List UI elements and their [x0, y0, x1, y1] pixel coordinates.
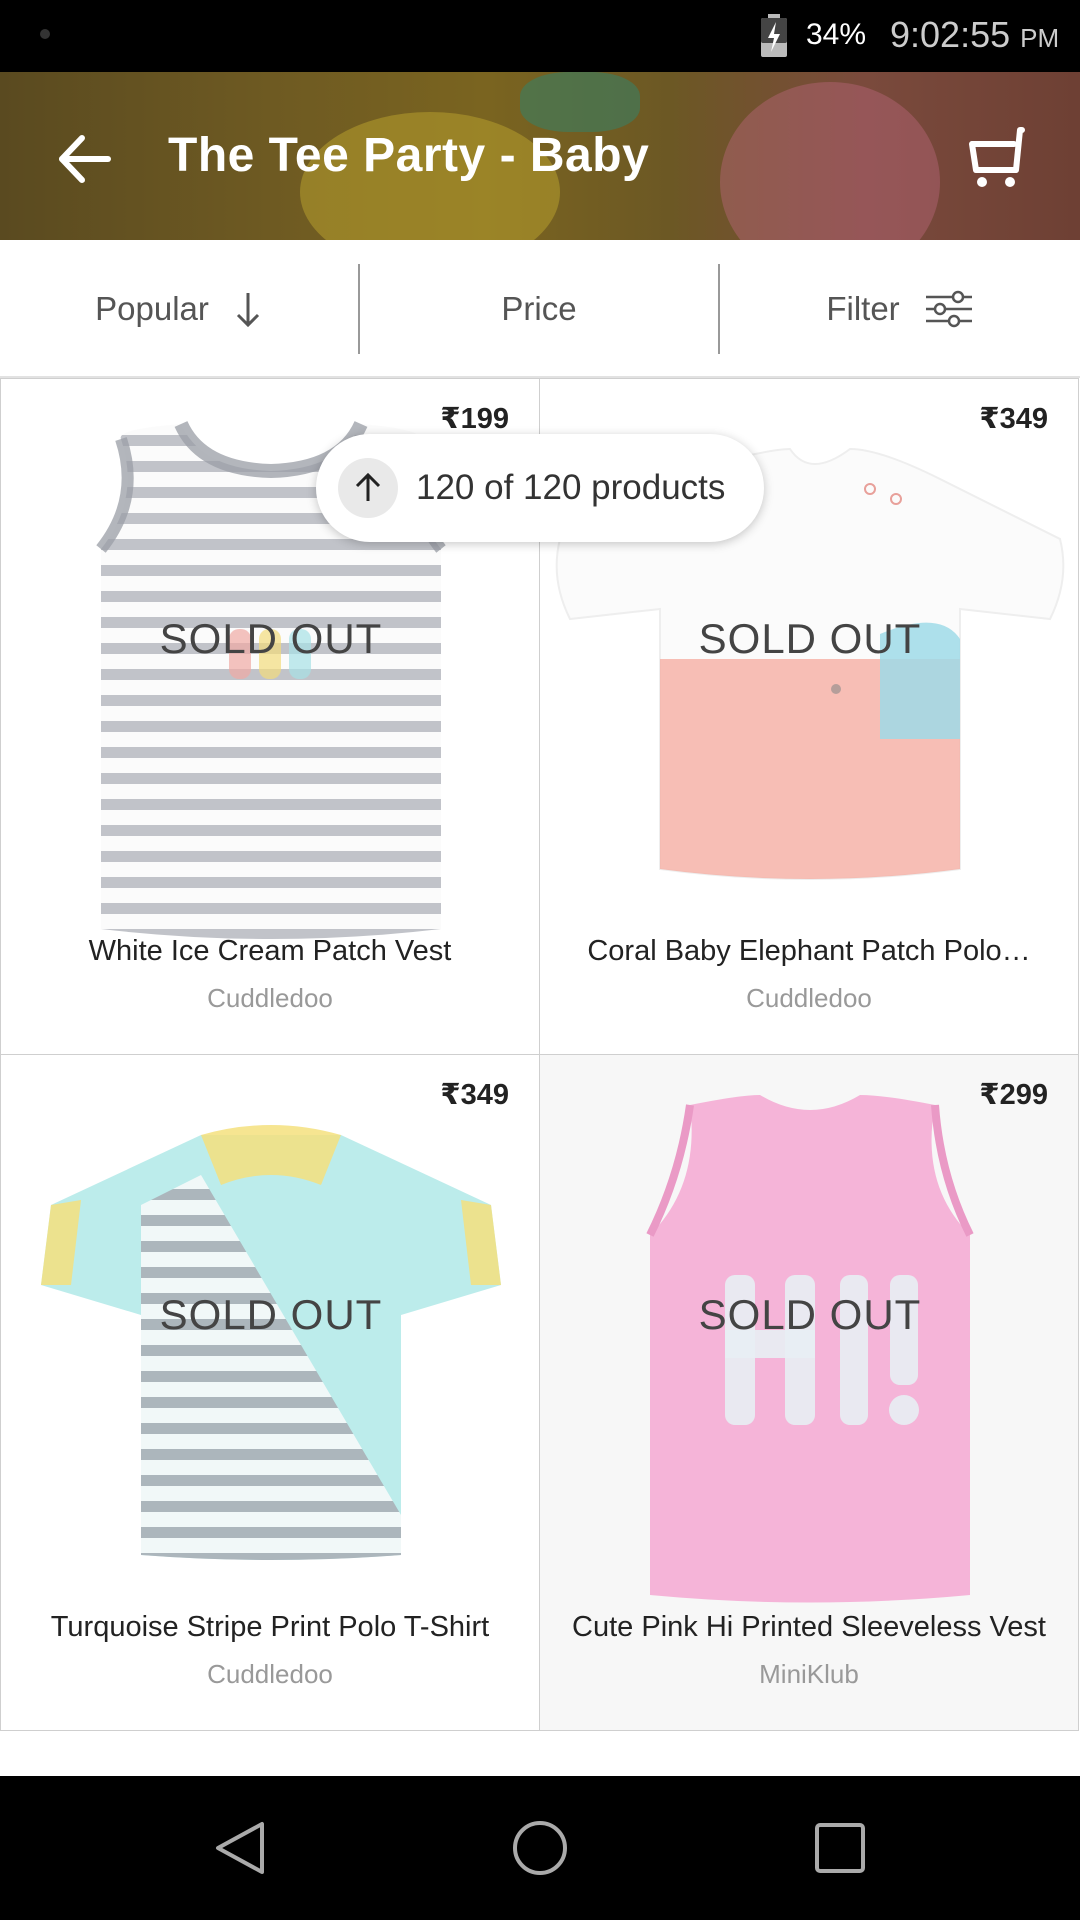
notification-dot-icon	[40, 29, 50, 39]
header-banner-decor	[520, 72, 640, 132]
product-card[interactable]: ₹349 SOLD OUT Turquoise Stripe Print Pol…	[0, 1054, 540, 1731]
sort-filter-bar: Popular Price Filter	[0, 240, 1080, 378]
battery-charging-icon	[761, 14, 787, 57]
sort-popular-label: Popular	[95, 290, 209, 327]
clock-time: 9:02:55	[890, 14, 1011, 55]
arrow-up-icon	[338, 458, 398, 518]
clock-ampm: PM	[1020, 23, 1060, 53]
header-banner-decor	[720, 82, 940, 240]
sold-out-label: SOLD OUT	[159, 615, 383, 662]
sold-out-label: SOLD OUT	[698, 615, 922, 662]
sort-price-label: Price	[501, 290, 577, 327]
arrow-left-icon[interactable]	[50, 124, 120, 194]
cart-icon[interactable]	[964, 124, 1034, 194]
sort-popular-button[interactable]: Popular	[0, 240, 358, 378]
clock: 9:02:55 PM	[890, 14, 1059, 56]
product-brand: Cuddledoo	[207, 1659, 333, 1689]
product-brand: MiniKlub	[759, 1659, 859, 1689]
sold-out-label: SOLD OUT	[698, 1291, 922, 1338]
page-title: The Tee Party - Baby	[168, 129, 650, 182]
product-count-text: 120 of 120 products	[416, 468, 726, 507]
filter-label: Filter	[826, 290, 900, 327]
product-title: Cute Pink Hi Printed Sleeveless Vest	[572, 1611, 1046, 1643]
sliders-icon	[925, 290, 972, 328]
status-bar: 34% 9:02:55 PM	[0, 0, 1080, 72]
nav-back-icon[interactable]	[210, 1818, 270, 1878]
scroll-to-top-pill[interactable]: 120 of 120 products	[316, 434, 764, 542]
filter-button[interactable]: Filter	[720, 240, 1080, 378]
product-title: Turquoise Stripe Print Polo T-Shirt	[50, 1611, 490, 1643]
app-header: The Tee Party - Baby	[0, 72, 1080, 240]
product-brand: Cuddledoo	[207, 983, 333, 1013]
arrow-down-icon	[236, 293, 259, 328]
product-image	[41, 1125, 501, 1560]
sold-out-label: SOLD OUT	[159, 1291, 383, 1338]
nav-recents-icon[interactable]	[810, 1818, 870, 1878]
sort-price-button[interactable]: Price	[360, 240, 718, 378]
product-grid: ₹199 SOLD OUT White Ice Cream Patch Vest…	[0, 378, 1080, 1731]
product-title: White Ice Cream Patch Vest	[88, 935, 452, 967]
battery-percent: 34%	[806, 18, 867, 51]
product-title: Coral Baby Elephant Patch Polo…	[587, 935, 1031, 967]
nav-home-icon[interactable]	[510, 1818, 570, 1878]
product-image	[646, 1095, 974, 1603]
product-card[interactable]: ₹299 SOLD OUT Cute Pink Hi Printed Sleev…	[539, 1054, 1079, 1731]
product-brand: Cuddledoo	[746, 983, 872, 1013]
system-nav-bar	[0, 1776, 1080, 1920]
